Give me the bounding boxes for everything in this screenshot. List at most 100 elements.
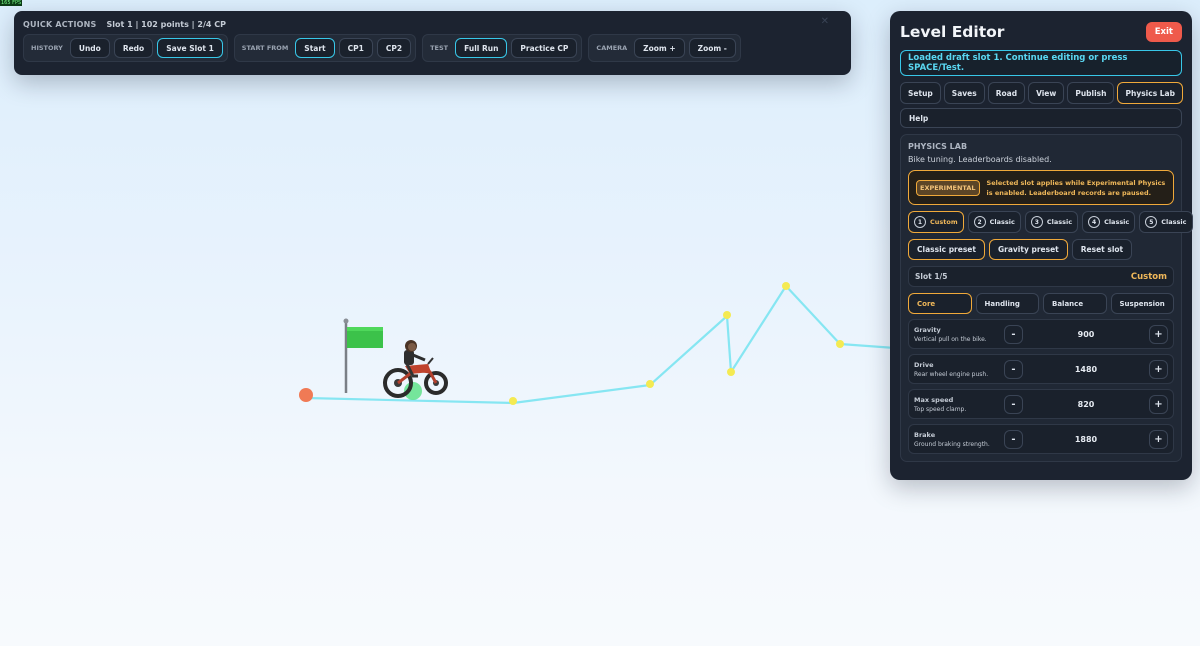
quick-actions-title: QUICK ACTIONS [23, 19, 97, 29]
slot-1-button[interactable]: 1 Custom [908, 211, 964, 233]
tab-road[interactable]: Road [987, 82, 1026, 104]
start-from-label: START FROM [241, 44, 289, 52]
param-row-gravity: Gravity Vertical pull on the bike. - 900… [908, 319, 1174, 349]
param-value: 1880 [1074, 434, 1098, 444]
subtab-suspension[interactable]: Suspension [1110, 293, 1174, 314]
slot-number: 3 [1030, 216, 1043, 228]
slot-number: 4 [1088, 216, 1101, 228]
physics-lab-title: PHYSICS LAB [908, 142, 968, 151]
full-run-button[interactable]: Full Run [455, 38, 508, 58]
track-node[interactable] [782, 282, 790, 290]
decrease-button[interactable]: - [1004, 359, 1023, 379]
zoom-out-button[interactable]: Zoom - [688, 38, 736, 58]
track-node[interactable] [836, 340, 844, 348]
physics-lab-section: PHYSICS LAB Bike tuning. Leaderboards di… [900, 134, 1193, 462]
track-node[interactable] [646, 380, 654, 388]
slot-number: 2 [973, 216, 986, 228]
slot-4-button[interactable]: 4 Classic [1082, 211, 1136, 233]
experimental-text: Selected slot applies while Experimental… [986, 178, 1166, 197]
tab-help[interactable]: Help [900, 108, 1182, 128]
camera-group: CAMERA Zoom + Zoom - [588, 34, 741, 62]
save-slot-button[interactable]: Save Slot 1 [157, 38, 223, 58]
param-name: Gravity [914, 325, 941, 334]
tab-publish[interactable]: Publish [1067, 82, 1115, 104]
slot-indicator: Slot 1/5 [915, 272, 948, 281]
param-row-max-speed: Max speed Top speed clamp. - 820 + [908, 389, 1174, 419]
tab-physics-lab[interactable]: Physics Lab [1117, 82, 1183, 104]
slot-label: Classic [989, 218, 1015, 226]
cp1-button[interactable]: CP1 [338, 38, 373, 58]
fps-counter: 165 FPS [0, 0, 23, 6]
quick-actions-toolbar: QUICK ACTIONS Slot 1 | 102 points | 2/4 … [14, 11, 851, 75]
undo-button[interactable]: Undo [69, 38, 110, 58]
decrease-button[interactable]: - [1004, 394, 1023, 414]
level-editor-panel: Level Editor Exit Loaded draft slot 1. C… [890, 11, 1193, 480]
slot-number: 1 [914, 216, 926, 228]
slot-2-button[interactable]: 2 Classic [967, 211, 1021, 233]
reset-slot-button[interactable]: Reset slot [1071, 239, 1133, 260]
param-description: Vertical pull on the bike. [914, 335, 987, 343]
quick-actions-status: Slot 1 | 102 points | 2/4 CP [106, 19, 226, 29]
track-node[interactable] [509, 397, 517, 405]
slot-label: Classic [1104, 218, 1130, 226]
param-description: Top speed clamp. [914, 405, 967, 413]
decrease-button[interactable]: - [1004, 429, 1023, 449]
tab-view[interactable]: View [1028, 82, 1065, 104]
gravity-preset-button[interactable]: Gravity preset [988, 239, 1068, 260]
status-notice: Loaded draft slot 1. Continue editing or… [900, 50, 1182, 76]
param-name: Brake [914, 430, 936, 439]
preset-buttons: Classic preset Gravity preset Reset slot [908, 239, 1174, 260]
param-row-drive: Drive Rear wheel engine push. - 1480 + [908, 354, 1174, 384]
practice-cp-button[interactable]: Practice CP [511, 38, 578, 58]
experimental-banner: EXPERIMENTAL Selected slot applies while… [908, 170, 1174, 205]
close-icon[interactable]: ✕ [821, 16, 829, 27]
physics-lab-subtitle: Bike tuning. Leaderboards disabled. [908, 155, 1052, 164]
camera-label: CAMERA [596, 44, 628, 52]
track-node[interactable] [727, 368, 735, 376]
subtab-core[interactable]: Core [908, 293, 972, 314]
start-node[interactable] [299, 388, 313, 402]
slot-3-button[interactable]: 3 Classic [1024, 211, 1079, 233]
subtab-balance[interactable]: Balance [1043, 293, 1107, 314]
start-from-group: START FROM Start CP1 CP2 [233, 34, 417, 62]
classic-preset-button[interactable]: Classic preset [908, 239, 985, 260]
increase-button[interactable]: + [1149, 324, 1168, 344]
tab-setup[interactable]: Setup [900, 82, 941, 104]
param-description: Ground braking strength. [914, 440, 990, 448]
tab-saves[interactable]: Saves [943, 82, 985, 104]
redo-button[interactable]: Redo [113, 38, 154, 58]
editor-tabs: Setup Saves Road View Publish Physics La… [900, 82, 1183, 104]
subtab-handling[interactable]: Handling [975, 293, 1039, 314]
history-label: HISTORY [31, 44, 63, 52]
test-label: TEST [430, 44, 449, 52]
slot-mode: Custom [1130, 271, 1167, 282]
history-group: HISTORY Undo Redo Save Slot 1 [23, 34, 228, 62]
slot-status-bar: Slot 1/5 Custom [908, 266, 1174, 287]
test-group: TEST Full Run Practice CP [422, 34, 583, 62]
param-name: Drive [914, 360, 934, 369]
increase-button[interactable]: + [1149, 394, 1168, 414]
param-value: 1480 [1074, 364, 1098, 374]
cp2-button[interactable]: CP2 [376, 38, 412, 58]
track-node[interactable] [723, 311, 731, 319]
param-value: 820 [1077, 399, 1095, 409]
slot-label: Custom [930, 218, 958, 226]
slot-5-button[interactable]: 5 Classic [1139, 211, 1193, 233]
exit-button[interactable]: Exit [1145, 22, 1182, 42]
slot-label: Classic [1046, 218, 1073, 226]
param-row-brake: Brake Ground braking strength. - 1880 + [908, 424, 1174, 454]
increase-button[interactable]: + [1149, 429, 1168, 449]
start-button[interactable]: Start [295, 38, 335, 58]
param-description: Rear wheel engine push. [914, 370, 989, 378]
editor-title: Level Editor [900, 23, 1005, 41]
param-name: Max speed [914, 395, 954, 404]
decrease-button[interactable]: - [1004, 324, 1023, 344]
experimental-badge: EXPERIMENTAL [916, 179, 980, 196]
track-line [305, 284, 896, 405]
zoom-in-button[interactable]: Zoom + [634, 38, 685, 58]
slot-number: 5 [1145, 216, 1158, 228]
physics-slots: 1 Custom 2 Classic 3 Classic 4 Classic 5… [908, 211, 1193, 233]
increase-button[interactable]: + [1149, 359, 1168, 379]
start-flag-icon [343, 318, 383, 393]
rider-bike-icon [383, 340, 448, 400]
